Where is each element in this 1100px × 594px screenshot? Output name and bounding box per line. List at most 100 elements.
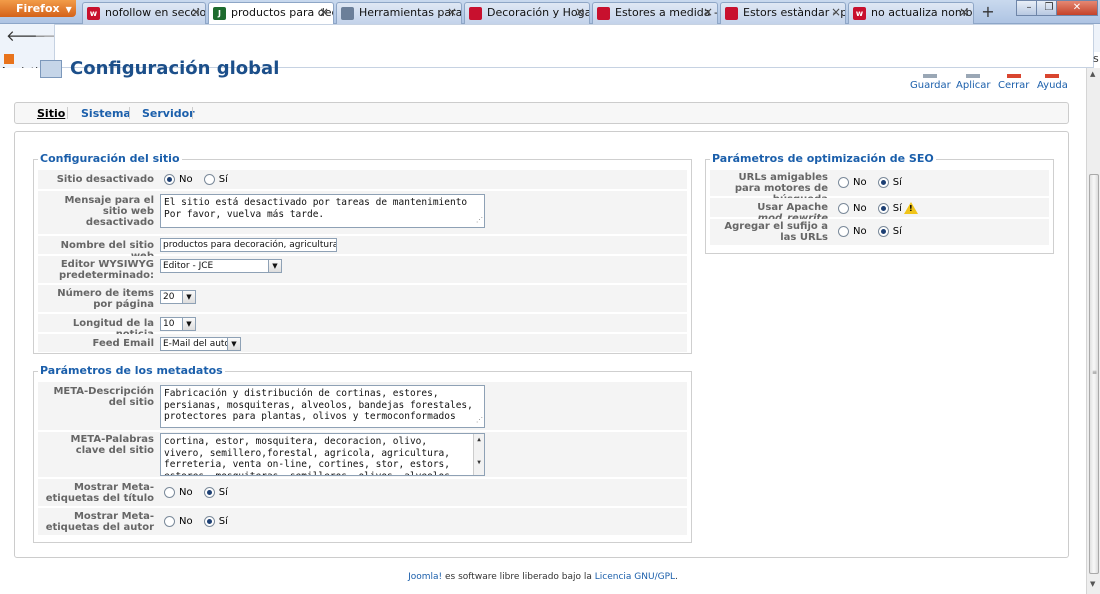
license-link[interactable]: Licencia GNU/GPL: [595, 572, 675, 582]
save-button[interactable]: Guardar: [910, 74, 951, 91]
rewrite-row: Usar Apache mod_rewrite No Sí!: [710, 198, 1049, 224]
tab-title: no actualiza nombr...: [871, 6, 973, 19]
joomla-link[interactable]: Joomla!: [408, 572, 442, 582]
browser-tab[interactable]: Estores a medida - c... ×: [592, 2, 718, 24]
show-author-yes-label: Sí: [218, 516, 228, 527]
site-favicon-icon: w: [87, 7, 100, 20]
tab-server[interactable]: Servidor: [142, 107, 195, 120]
help-button[interactable]: Ayuda: [1037, 74, 1068, 91]
footer-text: es software libre liberado bajo la: [442, 572, 595, 582]
resize-grip-icon[interactable]: ⋰: [476, 415, 483, 427]
site-config-panel: Configuración del sitio Sitio desactivad…: [33, 152, 692, 354]
show-author-no-radio[interactable]: [164, 516, 175, 527]
apply-button[interactable]: Aplicar: [956, 74, 990, 91]
show-title-yes-radio[interactable]: [203, 487, 215, 498]
close-icon[interactable]: ×: [831, 5, 841, 19]
editor-value: Editor - JCE: [163, 261, 214, 271]
apply-icon: [966, 74, 981, 78]
rewrite-label-prefix: Usar Apache: [757, 202, 828, 213]
sef-yes-label: Sí: [892, 177, 902, 188]
config-icon: [40, 60, 62, 78]
offline-row: Sitio desactivado No Sí: [38, 170, 687, 190]
browser-tab[interactable]: Estors estàndar - pr... ×: [720, 2, 846, 24]
suffix-yes-radio[interactable]: [877, 226, 889, 237]
save-icon: [923, 74, 938, 78]
close-icon: ✕: [1072, 2, 1082, 13]
list-limit-label: Número de items por página: [57, 288, 154, 310]
meta-desc-textarea[interactable]: Fabricación y distribución de cortinas, …: [160, 385, 485, 428]
scroll-down-icon[interactable]: ▼: [1090, 580, 1095, 588]
close-icon[interactable]: ×: [191, 5, 201, 19]
chevron-down-icon: ▼: [227, 338, 240, 350]
show-author-no-label: No: [179, 516, 193, 527]
textarea-scrollbar[interactable]: ▲ ▼: [473, 434, 484, 475]
meta-keywords-textarea[interactable]: cortina, estor, mosquitera, decoracion, …: [160, 433, 485, 476]
news-length-row: Longitud de la noticia 10▼: [38, 314, 687, 340]
chevron-down-icon: ▼: [268, 260, 281, 272]
close-button[interactable]: Cerrar: [998, 74, 1029, 91]
close-icon[interactable]: ×: [319, 5, 329, 19]
joomla-favicon-icon: J: [213, 7, 226, 20]
browser-tab[interactable]: Decoración y Hogar... ×: [464, 2, 590, 24]
browser-tab-active[interactable]: J productos para dec... ×: [208, 2, 334, 25]
plus-icon: +: [981, 2, 995, 21]
bookmark-truncated[interactable]: s: [1093, 52, 1099, 65]
rewrite-no-radio[interactable]: [838, 202, 849, 214]
list-limit-select[interactable]: 20 ▼: [160, 290, 196, 304]
tab-title: Decoración y Hogar...: [487, 6, 589, 19]
meta-desc-text: Fabricación y distribución de cortinas, …: [164, 388, 473, 422]
firefox-menu-button[interactable]: Firefox ▼: [0, 0, 76, 17]
offline-no-radio[interactable]: [164, 174, 175, 185]
suffix-no-radio[interactable]: [838, 226, 849, 237]
scroll-up-icon[interactable]: ▲: [1090, 70, 1095, 78]
close-icon[interactable]: ×: [447, 5, 457, 19]
close-icon[interactable]: ×: [703, 5, 713, 19]
tab-divider: [129, 107, 130, 119]
close-icon[interactable]: ×: [575, 5, 585, 19]
tab-site[interactable]: Sitio: [37, 107, 65, 120]
tab-title: Estors estàndar - pr...: [743, 6, 845, 19]
page-scrollbar[interactable]: ▲ ≡ ▼: [1086, 68, 1100, 594]
editor-select[interactable]: Editor - JCE ▼: [160, 259, 282, 273]
window-close-button[interactable]: ✕: [1056, 0, 1098, 16]
browser-tab[interactable]: w no actualiza nombr... ×: [848, 2, 974, 24]
feed-email-select[interactable]: E-Mail del autor ▼: [160, 337, 241, 351]
scrollbar-thumb[interactable]: ≡: [1089, 174, 1099, 574]
new-tab-button[interactable]: +: [978, 3, 998, 23]
offline-message-row: Mensaje para el sitio web desactivado El…: [38, 191, 687, 235]
site-favicon-icon: w: [853, 7, 866, 20]
meta-desc-row: META-Descripción del sitio Fabricación y…: [38, 382, 687, 431]
offline-yes-label: Sí: [218, 174, 228, 185]
page-footer: Joomla! es software libre liberado bajo …: [0, 572, 1086, 582]
editor-label: Editor WYSIWYG predeterminado:: [58, 259, 154, 281]
offline-yes-radio[interactable]: [203, 174, 215, 185]
site-favicon-icon: [725, 7, 738, 20]
meta-keywords-row: META-Palabras clave del sitio cortina, e…: [38, 432, 687, 478]
chevron-down-icon: ▼: [182, 291, 195, 303]
sitename-input[interactable]: productos para decoración, agricultura y…: [160, 238, 337, 252]
resize-grip-icon[interactable]: ⋰: [476, 215, 483, 227]
browser-tab[interactable]: w nofollow en seccion... ×: [82, 2, 206, 24]
rewrite-no-label: No: [853, 202, 867, 214]
tab-divider: [67, 107, 68, 119]
tab-system[interactable]: Sistema: [81, 107, 131, 120]
tab-divider: [192, 107, 193, 119]
metadata-legend: Parámetros de los metadatos: [38, 364, 225, 377]
tab-title: Herramientas para ...: [359, 6, 461, 19]
warning-icon[interactable]: !: [903, 202, 918, 214]
browser-tab[interactable]: Herramientas para ... ×: [336, 2, 462, 24]
cancel-icon: [1006, 74, 1021, 78]
sef-no-radio[interactable]: [838, 177, 849, 188]
list-limit-value: 20: [163, 292, 175, 302]
rewrite-yes-radio[interactable]: [877, 202, 889, 214]
seo-legend: Parámetros de optimización de SEO: [710, 152, 936, 165]
browser-tab-bar: Firefox ▼ w nofollow en seccion... × J pr…: [0, 0, 1100, 25]
sef-yes-radio[interactable]: [877, 177, 889, 188]
offline-message-textarea[interactable]: El sitio está desactivado por tareas de …: [160, 194, 485, 228]
show-title-no-radio[interactable]: [164, 487, 175, 498]
sitename-row: Nombre del sitio web productos para deco…: [38, 236, 687, 262]
close-label: Cerrar: [998, 80, 1030, 91]
news-length-select[interactable]: 10 ▼: [160, 317, 196, 331]
show-author-yes-radio[interactable]: [203, 516, 215, 527]
close-icon[interactable]: ×: [959, 5, 969, 19]
